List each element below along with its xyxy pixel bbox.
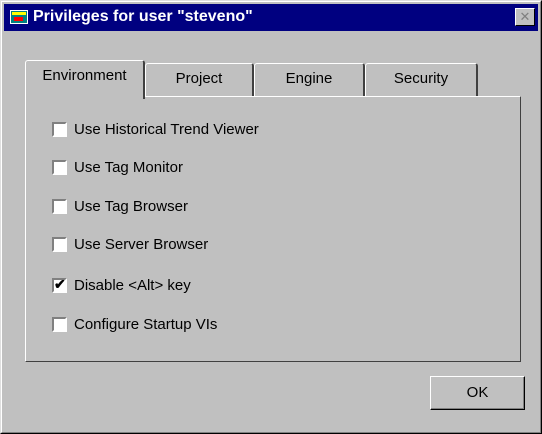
- checkbox[interactable]: ✔: [52, 276, 67, 293]
- checkbox[interactable]: [52, 160, 67, 175]
- checkbox[interactable]: [52, 317, 67, 332]
- title-bar[interactable]: Privileges for user "steveno" ✕: [4, 4, 538, 31]
- option-label: Configure Startup VIs: [74, 316, 218, 333]
- checkbox[interactable]: [52, 122, 67, 137]
- option-label: Use Historical Trend Viewer: [74, 121, 259, 138]
- option-label: Disable <Alt> key: [74, 277, 191, 294]
- tab-project[interactable]: Project: [145, 63, 254, 96]
- tab-engine[interactable]: Engine: [254, 63, 365, 96]
- ok-button[interactable]: OK: [430, 376, 525, 410]
- window-title: Privileges for user "steveno": [33, 8, 253, 25]
- check-mark-icon: ✔: [54, 276, 66, 292]
- app-icon: [10, 10, 28, 24]
- close-button[interactable]: ✕: [515, 8, 535, 26]
- tab-label: Engine: [285, 70, 333, 87]
- option-label: Use Tag Monitor: [74, 159, 183, 176]
- tab-label: Project: [175, 70, 223, 87]
- option-label: Use Server Browser: [74, 236, 209, 253]
- tab-security[interactable]: Security: [365, 63, 478, 96]
- checkbox[interactable]: [52, 199, 67, 214]
- environment-panel: Use Historical Trend Viewer Use Tag Moni…: [25, 96, 521, 362]
- option-label: Use Tag Browser: [74, 198, 188, 215]
- tab-environment[interactable]: Environment: [25, 60, 145, 99]
- privileges-dialog: Privileges for user "steveno" ✕ Environm…: [0, 0, 542, 434]
- tab-label: Environment: [42, 67, 127, 84]
- checkbox[interactable]: [52, 237, 67, 252]
- tab-label: Security: [393, 70, 449, 87]
